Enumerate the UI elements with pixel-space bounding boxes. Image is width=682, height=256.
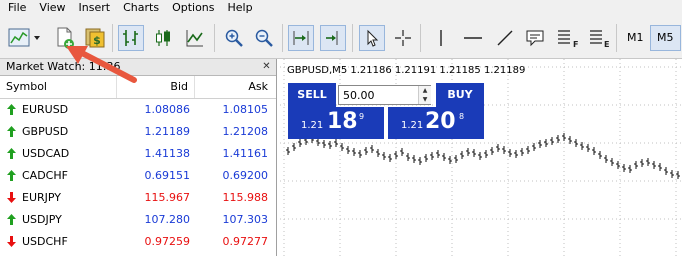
menu-view[interactable]: View — [31, 0, 70, 16]
menu-charts[interactable]: Charts — [115, 0, 164, 16]
annotation-arrow-icon — [66, 46, 137, 83]
svg-text:F: F — [573, 40, 578, 49]
candlestick-icon — [156, 30, 170, 46]
elliott-wave-button[interactable]: E — [586, 25, 612, 51]
zoom-in-button[interactable] — [221, 25, 247, 51]
sell-price-fraction: 9 — [359, 112, 365, 121]
bid-price: 1.41138 — [144, 147, 191, 160]
svg-text:E: E — [604, 40, 609, 49]
column-symbol[interactable]: Symbol — [6, 80, 47, 93]
ask-price: 0.69200 — [222, 169, 269, 182]
cursor-button[interactable] — [359, 25, 385, 51]
menu-options[interactable]: Options — [164, 0, 219, 16]
line-chart-icon — [186, 30, 203, 47]
symbol-name: GBPUSD — [22, 125, 69, 138]
menu-insert[interactable]: Insert — [71, 0, 116, 16]
zoom-out-icon — [255, 29, 273, 47]
buy-price-button[interactable]: 1.21 20 8 — [388, 107, 484, 139]
spin-up-icon[interactable]: ▲ — [419, 86, 431, 95]
table-row[interactable]: EURUSD 1.08086 1.08105 — [0, 99, 276, 121]
bid-price: 115.967 — [144, 191, 191, 204]
sell-price-button[interactable]: 1.21 18 9 — [288, 107, 384, 139]
bid-price: 1.21189 — [144, 125, 191, 138]
sell-button[interactable]: SELL — [288, 83, 336, 107]
crosshair-button[interactable] — [390, 25, 416, 51]
volume-stepper[interactable]: ▲ ▼ — [418, 86, 431, 104]
trendline-icon — [497, 30, 513, 46]
bid-price: 1.08086 — [144, 103, 191, 116]
table-row[interactable]: GBPUSD 1.21189 1.21208 — [0, 121, 276, 143]
table-row[interactable]: USDCHF 0.97259 0.97277 — [0, 231, 276, 253]
zoom-out-button[interactable] — [251, 25, 277, 51]
arrow-up-icon — [7, 148, 16, 159]
chart-symbol-info: GBPUSD,M5 1.21186 1.21191 1.21185 1.2118… — [287, 65, 526, 76]
table-row[interactable]: CADCHF 0.69151 0.69200 — [0, 165, 276, 187]
market-watch-panel: Market Watch: 11:36 ✕ Symbol Bid Ask EUR… — [0, 59, 277, 256]
new-chart-button[interactable] — [6, 25, 42, 51]
crosshair-icon — [395, 30, 411, 46]
chart-shift-button[interactable] — [320, 25, 346, 51]
ask-price: 115.988 — [222, 191, 269, 204]
buy-price-pips: 20 — [425, 109, 456, 134]
line-chart-button[interactable] — [182, 25, 208, 51]
elliott-wave-icon: E — [590, 30, 609, 49]
horizontal-line-icon — [464, 37, 482, 39]
spin-down-icon[interactable]: ▼ — [419, 95, 431, 104]
arrow-up-icon — [7, 126, 16, 137]
trendline-button[interactable] — [492, 25, 518, 51]
buy-price-fraction: 8 — [459, 112, 465, 121]
menu-file[interactable]: File — [0, 0, 31, 16]
auto-scroll-icon — [293, 31, 309, 45]
price-chart[interactable]: GBPUSD,M5 1.21186 1.21191 1.21185 1.2118… — [280, 59, 682, 256]
symbol-name: EURUSD — [22, 103, 69, 116]
one-click-trading-panel: SELL ▲ ▼ BUY 1.21 18 9 1.21 20 8 — [288, 83, 484, 139]
table-row[interactable]: USDJPY 107.280 107.303 — [0, 209, 276, 231]
table-row[interactable]: USDCAD 1.41138 1.41161 — [0, 143, 276, 165]
fibonacci-icon: F — [558, 30, 578, 49]
horizontal-line-button[interactable] — [460, 25, 486, 51]
vertical-line-button[interactable] — [428, 25, 454, 51]
symbol-name: CADCHF — [22, 169, 68, 182]
zoom-in-icon — [225, 29, 243, 47]
symbol-name: EURJPY — [22, 191, 61, 204]
text-label-icon — [526, 30, 544, 47]
arrow-up-icon — [7, 104, 16, 115]
arrow-up-icon — [7, 170, 16, 181]
buy-button[interactable]: BUY — [436, 83, 484, 107]
candlestick-button[interactable] — [150, 25, 176, 51]
table-row[interactable]: EURJPY 115.967 115.988 — [0, 187, 276, 209]
bid-price: 0.97259 — [144, 235, 191, 248]
bid-price: 0.69151 — [144, 169, 191, 182]
ask-price: 1.08105 — [222, 103, 269, 116]
auto-scroll-button[interactable] — [288, 25, 314, 51]
arrow-down-icon — [7, 236, 16, 247]
cursor-icon — [367, 29, 379, 47]
menu-bar: File View Insert Charts Options Help — [0, 0, 682, 16]
symbol-name: USDCAD — [22, 147, 70, 160]
close-icon[interactable]: ✕ — [261, 61, 272, 72]
fibonacci-button[interactable]: F — [554, 25, 580, 51]
timeframe-m1-button[interactable]: M1 — [621, 25, 650, 51]
ask-price: 1.41161 — [222, 147, 269, 160]
ask-price: 1.21208 — [222, 125, 269, 138]
sell-price-pips: 18 — [327, 109, 358, 134]
arrow-down-icon — [7, 192, 16, 203]
chart-shift-icon — [326, 31, 338, 45]
symbol-name: USDCHF — [22, 235, 68, 248]
vertical-line-icon — [440, 30, 442, 46]
symbol-name: USDJPY — [22, 213, 62, 226]
new-chart-icon — [8, 28, 40, 47]
arrow-up-icon — [7, 214, 16, 225]
bid-price: 107.280 — [144, 213, 191, 226]
ask-price: 107.303 — [222, 213, 269, 226]
sell-price-prefix: 1.21 — [301, 120, 324, 131]
column-bid[interactable]: Bid — [160, 80, 188, 93]
menu-help[interactable]: Help — [220, 0, 258, 16]
buy-price-prefix: 1.21 — [401, 120, 424, 131]
timeframe-m5-button[interactable]: M5 — [650, 25, 681, 51]
ask-price: 0.97277 — [222, 235, 269, 248]
text-button[interactable] — [522, 25, 548, 51]
column-ask[interactable]: Ask — [240, 80, 268, 93]
